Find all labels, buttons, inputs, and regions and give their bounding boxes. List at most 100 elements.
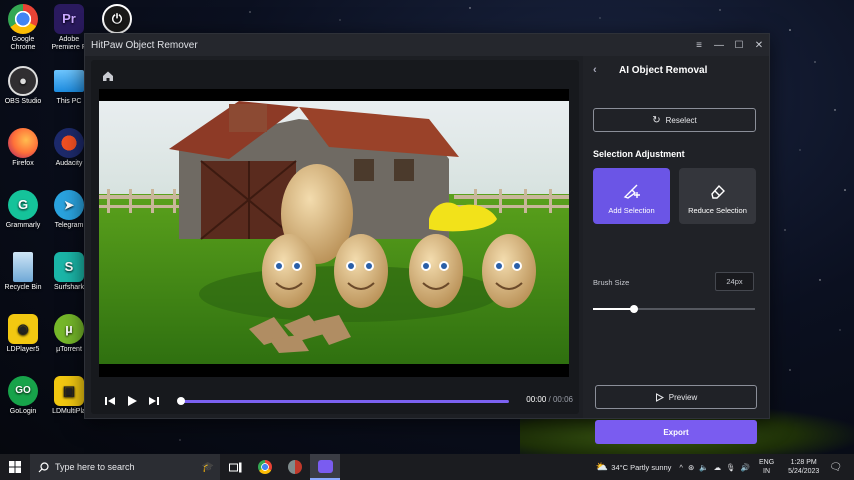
home-icon[interactable] (101, 69, 115, 83)
desktop-icon-firefox[interactable]: Firefox (0, 128, 46, 168)
desktop-icon-ldplayer[interactable]: ◉ LDPlayer5 (0, 314, 46, 354)
maximize-button[interactable]: ☐ (729, 40, 749, 51)
desktop-icon-label: Grammarly (5, 222, 41, 229)
minimize-button[interactable]: — (709, 40, 729, 51)
desktop-icon-label: OBS Studio (4, 98, 42, 105)
cloud-icon[interactable]: ☁ (714, 463, 722, 472)
clock[interactable]: 1:28 PM 5/24/2023 (788, 458, 819, 476)
weather-text[interactable]: 34°C Partly sunny (611, 463, 671, 472)
preview-label: Preview (668, 392, 698, 402)
speaker-icon[interactable]: 🔊 (741, 463, 750, 472)
recycle-bin-icon (13, 252, 33, 282)
eraser-icon (710, 184, 725, 199)
taskbar-search[interactable]: Type here to search 🎓 (30, 454, 220, 480)
chrome-profile-icon (288, 460, 302, 474)
taskbar: Type here to search 🎓 ⛅ 34°C Partly sunn… (0, 454, 854, 480)
start-button[interactable] (0, 454, 30, 480)
reselect-button[interactable]: ↻ Reselect (593, 108, 756, 132)
window-title: HitPaw Object Remover (91, 39, 198, 51)
reselect-label: Reselect (665, 115, 697, 125)
search-highlight-icon: 🎓 (201, 461, 214, 473)
desktop-icon-label: LDPlayer5 (6, 346, 40, 353)
video-preview[interactable] (99, 89, 569, 377)
clock-time: 1:28 PM (790, 459, 817, 466)
duration: 00:06 (552, 395, 573, 404)
power-icon: ⏻ (102, 4, 132, 34)
back-icon[interactable]: ‹ (593, 64, 607, 76)
desktop-icon-recycle-bin[interactable]: Recycle Bin (0, 252, 46, 292)
play-button[interactable] (121, 393, 143, 409)
skip-back-icon (105, 397, 115, 405)
desktop-icon-power[interactable]: ⏻ (94, 4, 140, 36)
window-controls: ≡ — ☐ ✕ (689, 40, 769, 51)
preview-button[interactable]: Preview (595, 385, 757, 409)
video-pane: 00:00 / 00:06 (91, 60, 579, 414)
close-button[interactable]: ✕ (749, 40, 769, 51)
section-title: Selection Adjustment (593, 149, 685, 159)
desktop-icon-label: GoLogin (9, 408, 37, 415)
desktop-icon-obs-studio[interactable]: ● OBS Studio (0, 66, 46, 106)
play-outline-icon (655, 392, 664, 402)
utorrent-icon: µ (54, 314, 84, 344)
firefox-icon (8, 128, 38, 158)
ldmultiplayer-icon: ▣ (54, 376, 84, 406)
refresh-icon: ↻ (652, 114, 661, 126)
video-frame (99, 89, 569, 377)
this-pc-icon (54, 70, 84, 92)
brush-size-slider-knob[interactable] (629, 305, 638, 313)
desktop-icon-grammarly[interactable]: G Grammarly (0, 190, 46, 230)
settings-panel: ‹ AI Object Removal ↻ Reselect Selection… (583, 56, 769, 444)
export-label: Export (663, 427, 689, 437)
task-view-button[interactable] (220, 454, 250, 480)
brush-add-icon (623, 184, 640, 199)
volume-icon[interactable]: 🔈 (699, 463, 708, 472)
play-icon (128, 396, 137, 406)
microphone-icon[interactable]: 🎙 (726, 463, 736, 472)
desktop-icon-label: Surfshark (54, 284, 84, 291)
desktop-icon-gologin[interactable]: GO GoLogin (0, 376, 46, 416)
panel-header: ‹ AI Object Removal (583, 56, 769, 84)
playback-controls: 00:00 / 00:06 (99, 390, 573, 412)
search-icon (38, 461, 49, 472)
brush-size-slider[interactable] (593, 305, 755, 313)
reduce-selection-button[interactable]: Reduce Selection (679, 168, 756, 224)
surfshark-icon: S (54, 252, 84, 282)
current-time: 00:00 (526, 395, 547, 404)
timeline-track[interactable] (179, 400, 509, 403)
brush-size-input[interactable]: 24px (715, 272, 754, 291)
desktop-icon-label: This PC (56, 98, 82, 105)
skip-forward-icon (149, 397, 159, 405)
taskbar-chrome-profile[interactable] (280, 454, 310, 480)
language-code: ENG (758, 459, 775, 466)
time-display: 00:00 / 00:06 (526, 395, 573, 404)
add-selection-label: Add Selection (608, 206, 655, 215)
next-frame-button[interactable] (143, 393, 165, 409)
tray-overflow-icon[interactable]: ^ (679, 463, 683, 472)
taskbar-chrome[interactable] (250, 454, 280, 480)
clock-date: 5/24/2023 (788, 468, 820, 475)
premiere-icon: Pr (54, 4, 84, 34)
desktop-icon-label: Adobe Premiere P (51, 36, 87, 51)
taskbar-hitpaw[interactable] (310, 454, 340, 480)
notifications-icon[interactable]: 🗨 (829, 462, 842, 473)
chrome-icon (8, 4, 38, 34)
audacity-icon (54, 128, 84, 158)
menu-icon[interactable]: ≡ (689, 40, 709, 51)
add-selection-button[interactable]: Add Selection (593, 168, 670, 224)
network-icon[interactable]: ⊛ (688, 463, 694, 472)
telegram-icon: ➤ (54, 190, 84, 220)
search-placeholder: Type here to search (55, 462, 135, 472)
brush-size-label: Brush Size (593, 278, 630, 287)
app-window: HitPaw Object Remover ≡ — ☐ ✕ 00:00 / 00… (84, 33, 770, 444)
ldplayer-icon: ◉ (8, 314, 38, 344)
language-indicator[interactable]: ENG IN (759, 458, 774, 476)
region-code: IN (763, 468, 771, 475)
desktop-icon-google-chrome[interactable]: Google Chrome (0, 4, 46, 52)
title-bar: HitPaw Object Remover ≡ — ☐ ✕ (85, 34, 769, 56)
desktop-icon-label: µTorrent (56, 346, 82, 353)
previous-frame-button[interactable] (99, 393, 121, 409)
task-view-icon (228, 462, 241, 472)
export-button[interactable]: Export (595, 420, 757, 444)
obs-icon: ● (8, 66, 38, 96)
timeline-playhead[interactable] (177, 397, 185, 405)
